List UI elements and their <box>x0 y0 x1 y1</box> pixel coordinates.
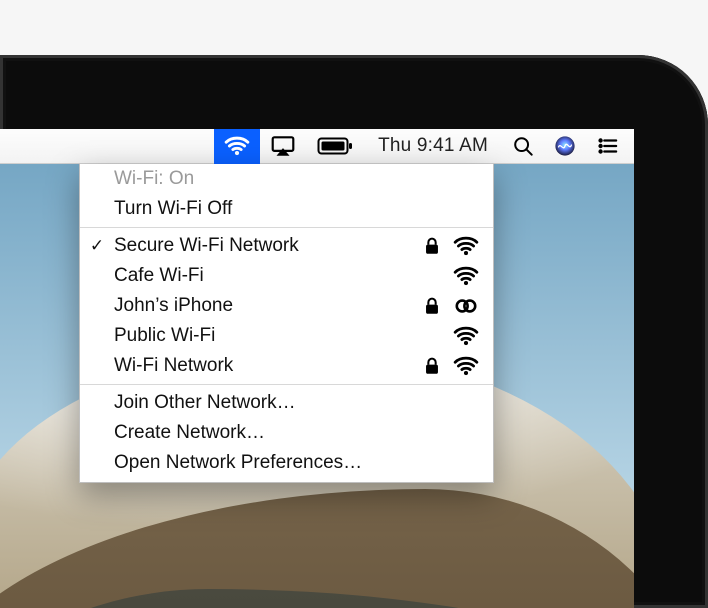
wifi-status-row: Wi-Fi: On <box>80 164 493 194</box>
wifi-signal-icon <box>453 323 479 349</box>
airplay-icon <box>270 133 296 159</box>
wifi-network-label: Secure Wi-Fi Network <box>114 235 421 257</box>
notification-center-menu-extra[interactable] <box>586 129 628 164</box>
siri-icon <box>554 135 576 157</box>
lock-icon <box>421 295 443 317</box>
menu-bar-right: Thu 9:41 AM <box>214 129 628 164</box>
search-icon <box>512 135 534 157</box>
lock-icon <box>421 355 443 377</box>
wifi-menu-extra[interactable] <box>214 129 260 164</box>
wifi-signal-icon <box>453 233 479 259</box>
wifi-toggle-row[interactable]: Turn Wi-Fi Off <box>80 194 493 224</box>
wifi-network-label: John’s iPhone <box>114 295 421 317</box>
viewport: Thu 9:41 AM <box>0 0 708 608</box>
create-network-label: Create Network… <box>114 422 479 444</box>
wifi-icon <box>224 133 250 159</box>
airplay-menu-extra[interactable] <box>260 129 306 164</box>
join-other-row[interactable]: Join Other Network… <box>80 388 493 418</box>
open-prefs-row[interactable]: Open Network Preferences… <box>80 448 493 478</box>
wifi-signal-icon <box>453 353 479 379</box>
wifi-network-indicators <box>453 263 479 289</box>
join-other-label: Join Other Network… <box>114 392 479 414</box>
wifi-network-row[interactable]: Wi-Fi Network <box>80 351 493 381</box>
wifi-network-row[interactable]: Cafe Wi-Fi <box>80 261 493 291</box>
separator <box>80 227 493 228</box>
wifi-network-indicators <box>421 293 479 319</box>
wifi-network-row[interactable]: ✓Secure Wi-Fi Network <box>80 231 493 261</box>
hotspot-icon <box>453 293 479 319</box>
wifi-network-label: Wi-Fi Network <box>114 355 421 377</box>
wifi-network-list: ✓Secure Wi-Fi Network Cafe Wi-Fi John’s iP… <box>80 231 493 381</box>
create-network-row[interactable]: Create Network… <box>80 418 493 448</box>
wifi-network-label: Public Wi-Fi <box>114 325 453 347</box>
wifi-network-indicators <box>421 353 479 379</box>
menu-bar: Thu 9:41 AM <box>0 129 634 164</box>
siri-menu-extra[interactable] <box>544 129 586 164</box>
laptop-frame: Thu 9:41 AM <box>0 55 708 608</box>
notification-center-icon <box>596 135 618 157</box>
checkmark-icon: ✓ <box>80 236 114 256</box>
open-prefs-label: Open Network Preferences… <box>114 452 479 474</box>
separator <box>80 384 493 385</box>
wifi-dropdown: Wi-Fi: On Turn Wi-Fi Off ✓Secure Wi-Fi N… <box>79 164 494 483</box>
wifi-network-row[interactable]: Public Wi-Fi <box>80 321 493 351</box>
clock-text: Thu 9:41 AM <box>378 135 488 157</box>
lock-icon <box>421 235 443 257</box>
wifi-network-label: Cafe Wi-Fi <box>114 265 453 287</box>
battery-menu-extra[interactable] <box>306 129 364 164</box>
wifi-status-label: Wi-Fi: On <box>114 168 479 190</box>
wifi-network-row[interactable]: John’s iPhone <box>80 291 493 321</box>
battery-icon <box>316 136 354 156</box>
wifi-toggle-label: Turn Wi-Fi Off <box>114 198 479 220</box>
wifi-network-indicators <box>453 323 479 349</box>
desktop-screen: Thu 9:41 AM <box>0 129 634 608</box>
clock-menu-extra[interactable]: Thu 9:41 AM <box>364 129 502 164</box>
wifi-network-indicators <box>421 233 479 259</box>
spotlight-menu-extra[interactable] <box>502 129 544 164</box>
wifi-signal-icon <box>453 263 479 289</box>
